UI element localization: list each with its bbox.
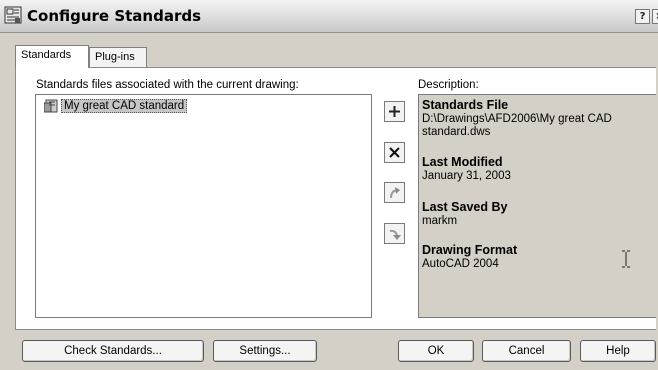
last-modified-value: January 31, 2003: [422, 170, 511, 182]
standards-file-heading: Standards File: [422, 98, 509, 112]
close-title-button[interactable]: ×: [652, 9, 658, 24]
cancel-button[interactable]: Cancel: [482, 340, 571, 362]
arrow-down-right-icon: [389, 229, 401, 240]
standards-file-list[interactable]: My great CAD standard: [35, 94, 372, 318]
text-cursor-icon: [622, 250, 630, 268]
dialog-title: Configure Standards: [27, 7, 202, 25]
app-icon: [4, 6, 22, 24]
list-item-label: My great CAD standard: [61, 98, 188, 113]
drawing-format-value: AutoCAD 2004: [422, 258, 499, 270]
arrow-up-right-icon: [389, 186, 400, 198]
standards-file-icon: [44, 99, 58, 112]
move-down-button[interactable]: [384, 223, 405, 244]
drawing-format-heading: Drawing Format: [422, 243, 518, 257]
standards-file-value: D:\Drawings\AFD2006\My great CAD standar…: [422, 113, 612, 138]
add-standard-button[interactable]: [384, 101, 405, 122]
ok-button[interactable]: OK: [398, 340, 474, 362]
tab-standards[interactable]: Standards: [15, 45, 89, 68]
last-saved-by-heading: Last Saved By: [422, 200, 508, 214]
settings-button[interactable]: Settings...: [213, 340, 317, 362]
help-button[interactable]: Help: [580, 340, 656, 362]
list-label: Standards files associated with the curr…: [36, 79, 299, 91]
plus-icon: [389, 106, 400, 117]
last-modified-heading: Last Modified: [422, 155, 503, 169]
move-up-button[interactable]: [384, 182, 405, 203]
last-saved-by-value: markm: [422, 215, 458, 227]
delete-x-icon: [389, 147, 400, 158]
list-item[interactable]: My great CAD standard: [44, 98, 188, 113]
remove-standard-button[interactable]: [384, 142, 405, 163]
description-pane: Standards File D:\Drawings\AFD2006\My gr…: [418, 94, 656, 318]
description-label: Description:: [418, 79, 479, 91]
configure-standards-dialog: Configure Standards ? × Standards Plug-i…: [0, 0, 658, 370]
tab-plug-ins[interactable]: Plug-ins: [89, 47, 147, 67]
title-bar[interactable]: Configure Standards ? ×: [0, 0, 658, 33]
help-title-button[interactable]: ?: [635, 9, 650, 24]
check-standards-button[interactable]: Check Standards...: [22, 340, 204, 362]
